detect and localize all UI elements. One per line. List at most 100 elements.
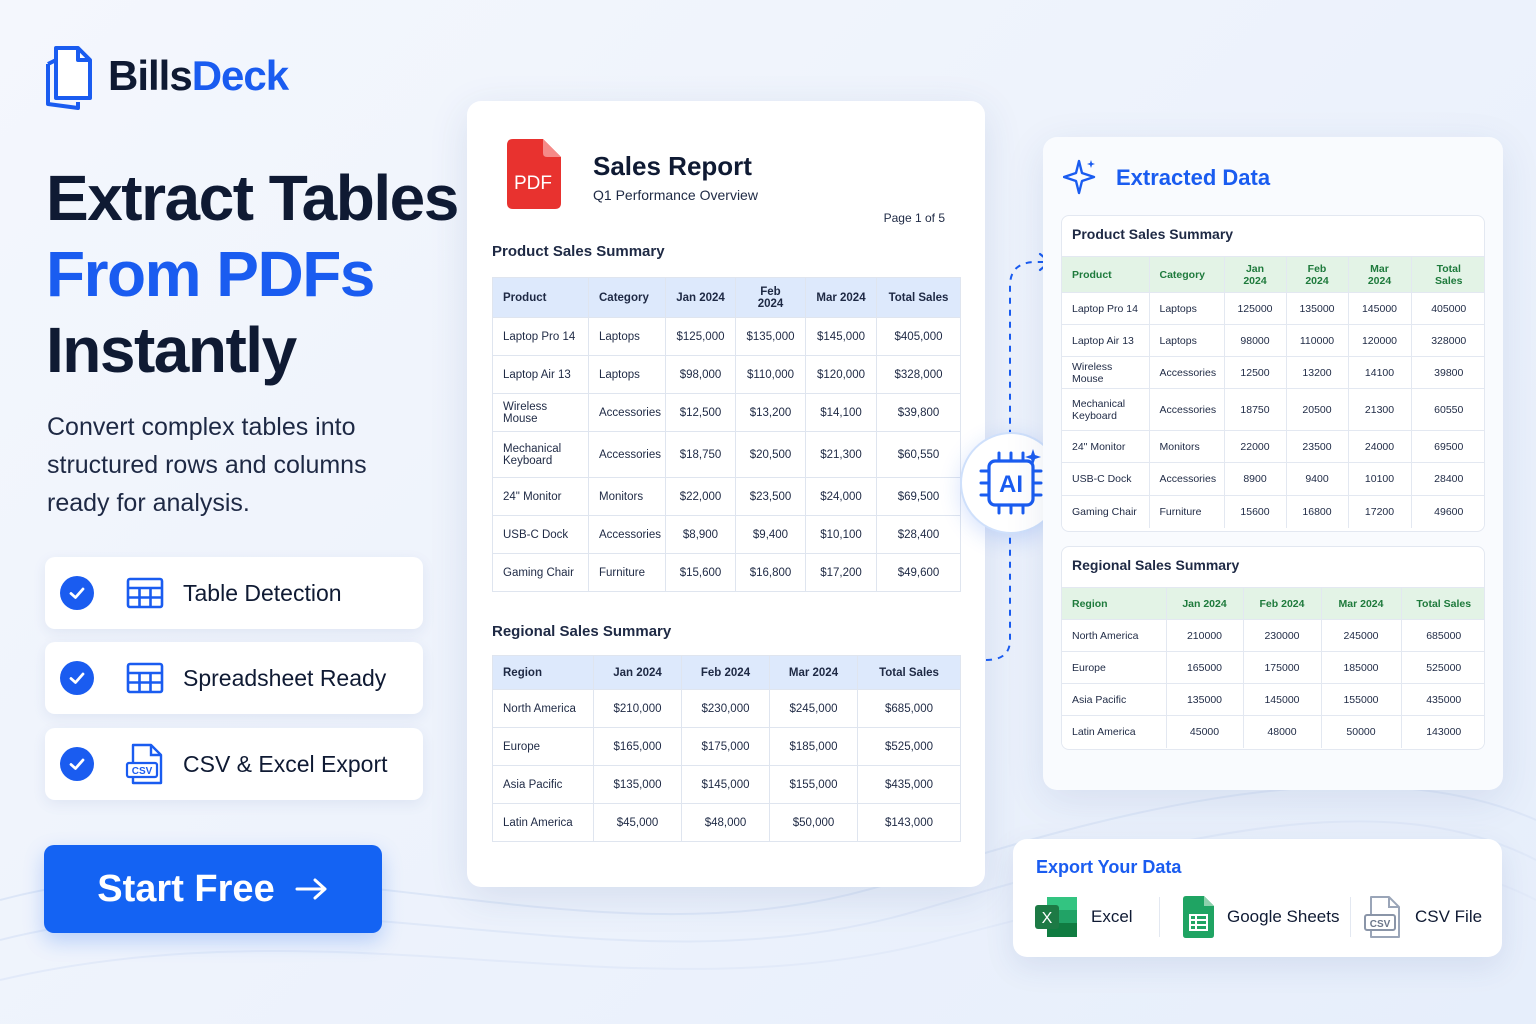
table-cell: Asia Pacific — [492, 765, 594, 804]
hero-line-3: Instantly — [46, 314, 297, 386]
table-cell: $48,000 — [681, 803, 770, 842]
table-cell: 18750 — [1224, 388, 1287, 431]
table-cell: $165,000 — [593, 727, 682, 766]
table-cell: $405,000 — [876, 317, 961, 356]
table-cell: Accessories — [1149, 388, 1225, 431]
table-cell: 21300 — [1348, 388, 1412, 431]
table-cell: 24000 — [1348, 430, 1412, 463]
table-cell: 125000 — [1224, 292, 1287, 325]
table-cell: Mechanical Keyboard — [492, 431, 589, 478]
table-cell: $328,000 — [876, 355, 961, 394]
report-subtitle: Q1 Performance Overview — [593, 187, 758, 203]
billsdeck-logo-icon — [46, 46, 92, 110]
table-row: Asia Pacific 135000 145000 155000 435000 — [1062, 683, 1484, 716]
table-cell: 12500 — [1224, 356, 1287, 389]
table-cell: $175,000 — [681, 727, 770, 766]
table-cell: Laptops — [588, 355, 666, 394]
table-cell: $17,200 — [805, 553, 877, 592]
table-cell: 24" Monitor — [492, 477, 589, 516]
table-cell: $13,200 — [735, 393, 806, 432]
table-cell: Latin America — [492, 803, 594, 842]
export-divider — [1159, 897, 1160, 937]
column-header: Total Sales — [1401, 587, 1484, 620]
table-cell: 69500 — [1411, 430, 1484, 463]
table-row: Europe 165000 175000 185000 525000 — [1062, 651, 1484, 684]
table-icon — [125, 658, 165, 698]
table-cell: 165000 — [1166, 651, 1244, 684]
export-google-sheets-button[interactable]: Google Sheets — [1181, 895, 1339, 939]
export-excel-button[interactable]: X Excel — [1033, 895, 1133, 939]
brand-logo[interactable]: BillsDeck — [44, 42, 289, 110]
ai-label: AI — [999, 471, 1023, 498]
column-header: Feb 2024 — [1243, 587, 1322, 620]
hero-line-2: From PDFs — [46, 238, 375, 310]
extracted-regional-box: Regional Sales Summary Region Jan 2024 Feb… — [1061, 546, 1485, 750]
table-cell: $14,100 — [805, 393, 877, 432]
table-cell: 143000 — [1401, 715, 1484, 748]
table-cell: $435,000 — [857, 765, 961, 804]
extracted-data-title: Extracted Data — [1116, 165, 1271, 190]
column-header: Category — [1149, 256, 1225, 293]
export-title: Export Your Data — [1036, 857, 1182, 877]
table-cell: $125,000 — [665, 317, 736, 356]
column-header: Product — [492, 277, 589, 318]
table-cell: Laptops — [1149, 292, 1225, 325]
table-cell: 98000 — [1224, 324, 1287, 357]
table-cell: 8900 — [1224, 462, 1287, 496]
start-free-button[interactable]: Start Free — [44, 845, 382, 933]
table-cell: Laptop Pro 14 — [1062, 292, 1150, 325]
table-icon — [125, 573, 165, 613]
table-cell: Europe — [1062, 651, 1167, 684]
column-header: Mar 2024 — [805, 277, 877, 318]
hero-subtitle: Convert complex tables into structured r… — [47, 413, 367, 517]
table-cell: 145000 — [1243, 683, 1322, 716]
table-cell: Accessories — [588, 515, 666, 554]
sparkle-icon — [1063, 159, 1096, 195]
table-cell: 15600 — [1224, 495, 1287, 528]
table-cell: $8,900 — [665, 515, 736, 554]
table-cell: $110,000 — [735, 355, 806, 394]
table-cell: $49,600 — [876, 553, 961, 592]
table-cell: $230,000 — [681, 689, 770, 728]
table-cell: Accessories — [1149, 462, 1225, 496]
column-header: Total Sales — [857, 655, 961, 690]
table-row: Laptop Pro 14 Laptops $125,000 $135,000 $145… — [492, 317, 961, 356]
pdf-document-preview: PDF Sales Report Q1 Performance Overview… — [467, 101, 985, 887]
table-cell: $28,400 — [876, 515, 961, 554]
table-cell: 22000 — [1224, 430, 1287, 463]
table-row: Wireless Mouse Accessories $12,500 $13,200 $… — [492, 393, 961, 432]
column-header: Jan 2024 — [593, 655, 682, 690]
table-cell: $685,000 — [857, 689, 961, 728]
export-google-sheets-label: Google Sheets — [1227, 907, 1340, 926]
export-csv-button[interactable]: CSV CSV File — [1363, 895, 1482, 939]
table-cell: $39,800 — [876, 393, 961, 432]
start-free-label: Start Free — [97, 867, 275, 910]
table-cell: $24,000 — [805, 477, 877, 516]
column-header: Feb 2024 — [681, 655, 770, 690]
excel-icon: X — [1035, 897, 1077, 937]
table-cell: 230000 — [1243, 619, 1322, 652]
table-cell: 48000 — [1243, 715, 1322, 748]
table-cell: $21,300 — [805, 431, 877, 478]
feature-table-detection: Table Detection — [45, 557, 423, 629]
column-header: Jan 2024 — [1166, 587, 1244, 620]
table-cell: 245000 — [1321, 619, 1402, 652]
table-cell: $12,500 — [665, 393, 736, 432]
arrow-right-icon — [295, 878, 327, 900]
column-header: Product — [1062, 256, 1150, 293]
table-cell: Asia Pacific — [1062, 683, 1167, 716]
table-row: North America 210000 230000 245000 685000 — [1062, 619, 1484, 652]
pdf-regional-table: Region Jan 2024 Feb 2024 Mar 2024 Total Sale… — [492, 655, 961, 842]
table-cell: Accessories — [1149, 356, 1225, 389]
export-csv-label: CSV File — [1415, 907, 1483, 926]
table-cell: $155,000 — [769, 765, 858, 804]
table-cell: Accessories — [588, 393, 666, 432]
table-row: Wireless Mouse Accessories 12500 13200 14100… — [1062, 356, 1484, 389]
table-cell: Wireless Mouse — [492, 393, 589, 432]
ai-chip-icon: AI — [979, 449, 1043, 515]
table-cell: Accessories — [588, 431, 666, 478]
table-cell: 185000 — [1321, 651, 1402, 684]
column-header: Feb 2024 — [735, 277, 806, 318]
table-cell: 145000 — [1348, 292, 1412, 325]
table-cell: 20500 — [1286, 388, 1349, 431]
